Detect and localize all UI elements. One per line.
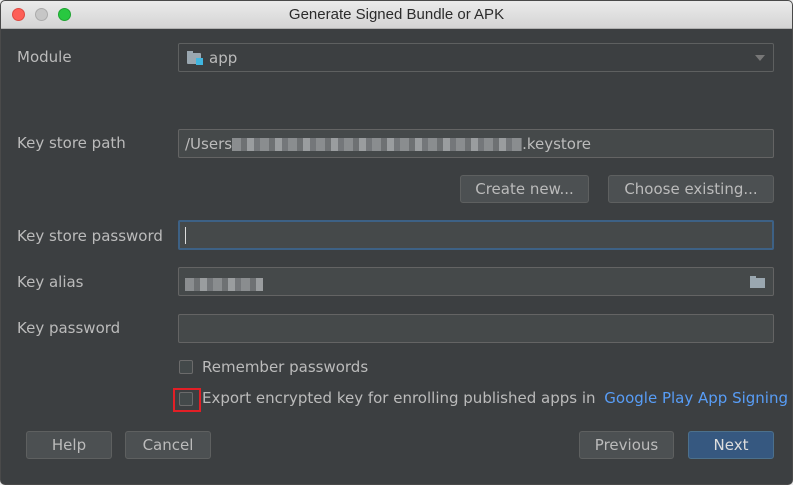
key-store-password-input[interactable] xyxy=(178,220,774,250)
next-button[interactable]: Next xyxy=(688,431,774,459)
module-folder-icon xyxy=(187,51,203,65)
choose-existing-button[interactable]: Choose existing... xyxy=(608,175,774,203)
export-key-checkbox[interactable] xyxy=(179,392,193,406)
redacted-alias xyxy=(185,278,263,291)
key-store-path-suffix: .keystore xyxy=(522,135,592,153)
previous-button[interactable]: Previous xyxy=(579,431,674,459)
key-store-path-prefix: /Users xyxy=(185,135,233,153)
module-label: Module xyxy=(17,48,72,66)
redacted-path xyxy=(232,138,523,151)
title-bar: Generate Signed Bundle or APK xyxy=(1,1,792,29)
key-alias-field[interactable] xyxy=(178,267,774,296)
key-password-label: Key password xyxy=(17,319,121,337)
module-value: app xyxy=(209,49,238,67)
export-key-text: Export encrypted key for enrolling publi… xyxy=(202,389,596,407)
chevron-down-icon xyxy=(755,55,765,61)
key-password-input[interactable] xyxy=(178,314,774,343)
export-key-label: Export encrypted key for enrolling publi… xyxy=(202,389,788,407)
cancel-button[interactable]: Cancel xyxy=(125,431,211,459)
key-store-path-label: Key store path xyxy=(17,134,126,152)
remember-passwords-label: Remember passwords xyxy=(202,358,369,376)
signed-apk-dialog: Generate Signed Bundle or APK Module app… xyxy=(0,0,793,485)
key-store-path-field[interactable]: /Users .keystore xyxy=(178,129,774,158)
remember-passwords-checkbox[interactable] xyxy=(179,360,193,374)
key-alias-label: Key alias xyxy=(17,273,84,291)
module-select[interactable]: app xyxy=(178,43,774,72)
folder-open-icon[interactable] xyxy=(750,276,766,288)
google-play-app-signing-link[interactable]: Google Play App Signing xyxy=(604,389,788,407)
create-new-button[interactable]: Create new... xyxy=(460,175,589,203)
key-store-path-value: /Users .keystore xyxy=(185,135,591,153)
help-button[interactable]: Help xyxy=(26,431,112,459)
text-cursor xyxy=(185,227,186,244)
key-store-password-label: Key store password xyxy=(17,227,163,245)
window-title: Generate Signed Bundle or APK xyxy=(288,6,505,23)
